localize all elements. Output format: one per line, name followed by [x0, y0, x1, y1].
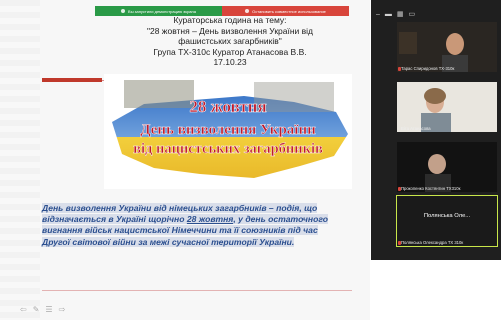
slide-title: Кураторська година на тему: "28 жовтня –…	[110, 15, 350, 68]
participant-center-name: Полянська Оле...	[423, 213, 471, 219]
slides-menu-icon[interactable]: ☰	[45, 305, 52, 314]
participant-tile[interactable]: Тарас Спиридонов ТХ-310к	[397, 22, 497, 72]
banner-date: 28 жовтня	[189, 97, 266, 116]
body-line: вигнання військ нацистської Німеччини та…	[42, 225, 318, 236]
banner-subline: від нацистських загарбників	[133, 141, 323, 157]
commemoration-banner: 28 жовтня День визволення України від на…	[104, 74, 352, 189]
accent-bar	[42, 78, 102, 82]
speaker-view-icon[interactable]: ▭	[409, 10, 416, 18]
presentation-slide: Вы запустили демонстрацию экрана Останов…	[0, 0, 370, 320]
bottom-divider	[42, 290, 352, 291]
participant-name: Прокопенко Костянтин ТХ310к	[401, 186, 461, 191]
participant-video	[397, 142, 497, 192]
slide-title-line: Кураторська година на тему:	[173, 15, 287, 25]
banner-headline: День визволення України	[140, 122, 316, 138]
tank-photo	[124, 80, 194, 108]
body-line: Другої світової війни за межі сучасної т…	[42, 236, 295, 247]
slide-title-line: "28 жовтня – День визволення України від	[146, 25, 314, 36]
prev-slide-icon[interactable]: ⇦	[20, 305, 27, 314]
participant-name: Тарас Спиридонов ТХ-310к	[401, 66, 455, 71]
panel-toolbar: – ▬ ▦ ▭	[371, 8, 436, 20]
participant-video	[397, 22, 497, 72]
participant-tile[interactable]: Прокопенко Костянтин ТХ310к	[397, 142, 497, 192]
pen-icon[interactable]: ✎	[33, 305, 40, 314]
body-line: День визволення України від німецьких за…	[42, 203, 318, 213]
slide-title-line: 17.10.23	[213, 57, 247, 67]
video-view-icon[interactable]: ▬	[385, 11, 392, 18]
participant-name: Віта Атанасова	[401, 126, 431, 131]
grid-view-icon[interactable]: ▦	[397, 10, 404, 18]
minimize-icon[interactable]: –	[376, 11, 380, 18]
body-line-a: відзначається в Україні щорічно	[42, 214, 187, 225]
participant-name: Полянська Олександра ТХ 310к	[401, 240, 464, 245]
next-slide-icon[interactable]: ⇨	[59, 305, 66, 314]
participant-tile-active-speaker[interactable]: Полянська Оле... Полянська Олександра ТХ…	[396, 195, 498, 247]
video-participants-panel: – ▬ ▦ ▭ Тарас Спиридонов ТХ-310к Віта Ат…	[371, 0, 501, 260]
banner-graphic: 28 жовтня День визволення України від на…	[104, 74, 352, 189]
slide-title-line: фашистських загарбників"	[178, 36, 282, 46]
body-date-underlined: 28 жовтня	[186, 214, 234, 225]
slide-body-text: День визволення України від німецьких за…	[42, 203, 370, 248]
slide-title-line: Група ТХ-310с Куратор Атанасова В.В.	[153, 46, 307, 57]
participant-video	[397, 82, 497, 132]
stop-sharing-label: Остановить совместное использование	[252, 8, 326, 14]
stop-icon	[245, 9, 250, 13]
share-status-icon	[121, 9, 126, 13]
slide-background-pattern	[0, 0, 40, 320]
screen-share-status-label: Вы запустили демонстрацию экрана	[128, 8, 196, 14]
body-line-b: , у день остаточного	[233, 214, 328, 225]
participant-tile[interactable]: Віта Атанасова	[397, 82, 497, 132]
slide-navigation: ⇦ ✎ ☰ ⇨	[20, 305, 65, 314]
